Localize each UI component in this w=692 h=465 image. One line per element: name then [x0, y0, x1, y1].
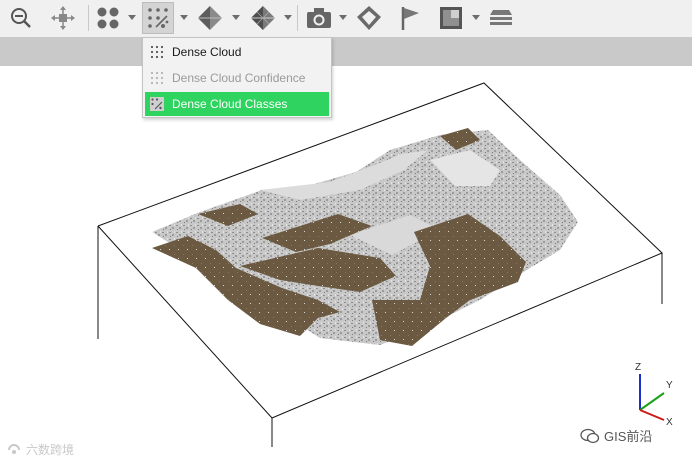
zoom-out-button[interactable] — [6, 2, 36, 34]
shaded-dropdown-arrow[interactable] — [232, 15, 240, 20]
main-toolbar — [0, 0, 692, 37]
dem-dropdown-arrow[interactable] — [472, 15, 480, 20]
show-shaded-button[interactable] — [194, 2, 226, 34]
axis-gizmo: Z Y X — [635, 362, 673, 428]
stacked-layers-icon — [490, 10, 512, 25]
reset-view-button[interactable] — [48, 2, 78, 34]
menu-item-label: Dense Cloud Confidence — [172, 71, 306, 85]
y-axis-line — [639, 392, 665, 411]
scene-canvas: Z Y X — [97, 82, 673, 447]
menu-item-dense-cloud-classes[interactable]: Dense Cloud Classes — [145, 92, 329, 116]
toolbar-separator — [297, 5, 298, 31]
watermark-left: 六数跨境 — [6, 441, 74, 458]
shaded-model-icon — [198, 6, 222, 30]
move-arrows-icon — [51, 6, 75, 30]
shape-diamond-icon — [357, 6, 381, 30]
magnifier-minus-icon — [11, 8, 31, 28]
dense-dots-icon — [150, 45, 164, 59]
menu-item-dense-cloud[interactable]: Dense Cloud — [145, 40, 329, 64]
dem-image-icon — [440, 7, 462, 29]
textured-model-icon — [251, 6, 275, 30]
dense-cloud-menu: Dense Cloud Dense Cloud Confidence Dense… — [142, 37, 332, 118]
show-points-button[interactable] — [93, 2, 123, 34]
dense-cloud-button[interactable] — [142, 2, 174, 34]
x-axis-line — [639, 409, 665, 421]
points-dropdown-arrow[interactable] — [128, 15, 136, 20]
show-shapes-button[interactable] — [354, 2, 384, 34]
z-axis-label: Z — [635, 362, 641, 373]
x-axis-label: X — [666, 417, 673, 428]
camera-icon — [307, 8, 331, 28]
textured-dropdown-arrow[interactable] — [284, 15, 292, 20]
cameras-dropdown-arrow[interactable] — [339, 15, 347, 20]
dense-dots-icon — [148, 8, 169, 28]
toolbar-separator — [88, 5, 89, 31]
flag-icon — [401, 7, 419, 30]
wechat-icon — [580, 428, 600, 443]
show-markers-button[interactable] — [395, 2, 425, 34]
dense-dots-slash-icon — [150, 97, 164, 111]
watermark-left-text: 六数跨境 — [26, 443, 75, 457]
watermark-right: GIS前沿 — [580, 426, 652, 445]
dense-cloud-buildings — [152, 130, 578, 345]
watermark-logo-icon — [8, 443, 20, 454]
model-viewport[interactable]: Z Y X — [0, 66, 692, 465]
watermark-right-text: GIS前沿 — [604, 429, 653, 444]
menu-item-label: Dense Cloud — [172, 45, 242, 59]
show-dem-button[interactable] — [436, 2, 466, 34]
show-textured-button[interactable] — [247, 2, 279, 34]
four-dots-icon — [97, 7, 119, 29]
dense-cloud-dropdown-arrow[interactable] — [180, 15, 188, 20]
y-axis-label: Y — [666, 380, 673, 391]
menu-item-label: Dense Cloud Classes — [172, 97, 288, 111]
toolbar-divider-band — [0, 37, 692, 66]
show-cameras-button[interactable] — [304, 2, 334, 34]
dense-dots-icon — [150, 71, 164, 85]
show-region-button[interactable] — [486, 2, 516, 34]
menu-item-dense-cloud-confidence[interactable]: Dense Cloud Confidence — [145, 66, 329, 90]
